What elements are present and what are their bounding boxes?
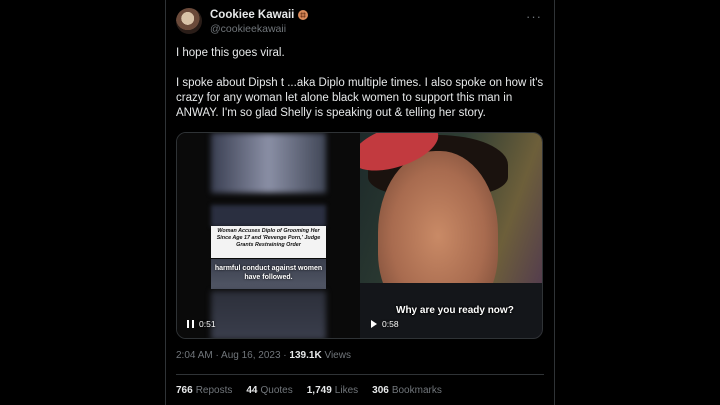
views-count: 139.1K	[289, 350, 322, 361]
likes-label: Likes	[334, 385, 359, 396]
blurred-video-frame	[211, 205, 326, 227]
video-subtitle: Why are you ready now?	[396, 305, 514, 316]
tweet-header: Cookiee Kawaii @cookieekawaii ···	[176, 8, 544, 38]
engagement-stats: 766 Reposts 44 Quotes 1,749 Likes 306 Bookma…	[176, 385, 442, 396]
play-icon[interactable]	[371, 320, 377, 328]
video-left-controls: 0:51	[187, 319, 216, 329]
tweet-paragraph: I hope this goes viral.	[176, 47, 285, 59]
cookie-emoji-icon	[298, 10, 309, 20]
news-headline: Woman Accuses Diplo of Grooming Her Sinc…	[216, 228, 321, 248]
reposts-label: Reposts	[195, 385, 233, 396]
video-left[interactable]: Woman Accuses Diplo of Grooming Her Sinc…	[177, 133, 360, 338]
tweet-card: Cookiee Kawaii @cookieekawaii ··· I hope…	[165, 0, 555, 405]
quotes-stat[interactable]: 44 Quotes	[246, 385, 292, 396]
reposts-stat[interactable]: 766 Reposts	[176, 385, 232, 396]
video-caption: harmful conduct against women have follo…	[214, 265, 323, 281]
author-block: Cookiee Kawaii @cookieekawaii	[210, 9, 309, 35]
news-headline-box: Woman Accuses Diplo of Grooming Her Sinc…	[211, 226, 326, 258]
author-name-row[interactable]: Cookiee Kawaii	[210, 9, 309, 21]
video-left-duration: 0:51	[199, 319, 216, 329]
video-caption-box: harmful conduct against women have follo…	[211, 259, 326, 289]
author-display-name[interactable]: Cookiee Kawaii	[210, 9, 294, 21]
blurred-video-frame	[211, 291, 326, 338]
likes-count: 1,749	[306, 385, 332, 396]
tweet-timestamp[interactable]: 2:04 AM · Aug 16, 2023 ·	[176, 350, 289, 361]
bookmarks-label: Bookmarks	[391, 385, 442, 396]
tweet-meta: 2:04 AM · Aug 16, 2023 · 139.1K Views	[176, 350, 351, 361]
video-right[interactable]: Why are you ready now? 0:58	[360, 133, 542, 338]
reposts-count: 766	[176, 385, 193, 396]
bookmarks-stat[interactable]: 306 Bookmarks	[372, 385, 442, 396]
views-label: Views	[321, 350, 351, 361]
more-options-icon[interactable]: ···	[526, 9, 542, 24]
video-right-controls: 0:58	[371, 319, 399, 329]
quotes-label: Quotes	[260, 385, 293, 396]
pause-icon[interactable]	[187, 320, 194, 328]
quotes-count: 44	[246, 385, 258, 396]
blurred-video-frame	[211, 133, 326, 193]
video-right-duration: 0:58	[382, 319, 399, 329]
tweet-text: I hope this goes viral. I spoke about Di…	[176, 46, 548, 136]
author-handle[interactable]: @cookieekawaii	[210, 23, 308, 35]
divider	[176, 374, 544, 375]
avatar[interactable]	[176, 8, 202, 34]
likes-stat[interactable]: 1,749 Likes	[307, 385, 358, 396]
media-grid: Woman Accuses Diplo of Grooming Her Sinc…	[176, 132, 543, 339]
tweet-paragraph: I spoke about Dipsh t ...aka Diplo multi…	[176, 77, 544, 119]
bookmarks-count: 306	[372, 385, 389, 396]
